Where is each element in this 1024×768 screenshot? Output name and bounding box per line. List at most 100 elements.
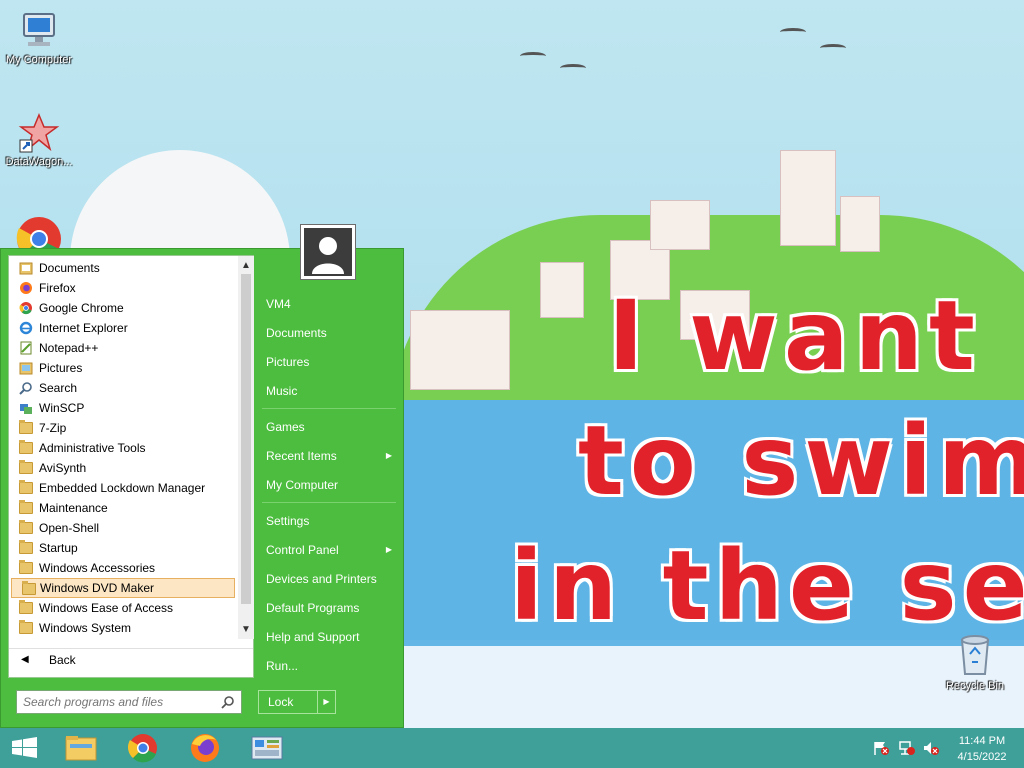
chrome-icon xyxy=(19,302,32,315)
start-menu-link[interactable]: Recent Items ▶ xyxy=(260,443,396,469)
desktop-icon-chrome-partial[interactable] xyxy=(16,216,62,248)
program-item-label: Open-Shell xyxy=(39,521,100,535)
start-menu-link-label: Pictures xyxy=(266,355,310,369)
program-item[interactable]: Windows Ease of Access xyxy=(9,598,237,618)
start-menu-link[interactable]: Run... xyxy=(260,653,396,679)
start-menu-link[interactable]: Default Programs xyxy=(260,595,396,621)
program-item-label: Notepad++ xyxy=(39,341,99,355)
program-item-label: Documents xyxy=(39,261,100,275)
program-item[interactable]: AviSynth xyxy=(9,458,237,478)
wallpaper-text-line: to swim xyxy=(578,405,1024,517)
program-item[interactable]: Maintenance xyxy=(9,498,237,518)
desktop-icon-label: DataWagon... xyxy=(5,156,73,168)
submenu-arrow-icon: ▶ xyxy=(385,545,392,554)
start-menu-link[interactable]: VM4 xyxy=(260,291,396,317)
start-menu-link[interactable]: Documents xyxy=(260,320,396,346)
programs-panel: Documents Firefox Google Chrome Internet Ex… xyxy=(8,255,254,678)
start-menu-link[interactable]: Music xyxy=(260,378,396,404)
program-item[interactable]: Windows DVD Maker xyxy=(11,578,235,598)
search-icon[interactable] xyxy=(221,695,235,709)
documents-icon xyxy=(19,262,33,275)
start-menu-link[interactable]: Control Panel ▶ xyxy=(260,537,396,563)
desktop-icon-my-computer[interactable]: My Computer xyxy=(0,10,78,66)
lock-label: Lock xyxy=(268,695,294,709)
bird-shape xyxy=(520,52,546,60)
start-menu-link-label: Settings xyxy=(266,514,310,528)
volume-muted-icon[interactable] xyxy=(922,740,940,756)
folder-icon xyxy=(19,600,33,614)
start-menu-link[interactable]: My Computer xyxy=(260,472,396,498)
start-menu-link-label: Default Programs xyxy=(266,601,360,615)
start-icon xyxy=(12,737,37,758)
program-item-label: Windows DVD Maker xyxy=(40,581,155,595)
scroll-down-button[interactable]: ▼ xyxy=(238,622,254,638)
action-center-flag-icon[interactable] xyxy=(872,740,890,756)
program-item[interactable]: Windows Accessories xyxy=(9,558,237,578)
program-item[interactable]: WinSCP xyxy=(9,398,237,418)
wallpaper-house xyxy=(410,310,510,390)
taskbar-chrome[interactable] xyxy=(118,728,168,768)
start-menu-link[interactable]: Settings xyxy=(260,508,396,534)
program-item[interactable]: Google Chrome xyxy=(9,298,237,318)
program-item[interactable]: Embedded Lockdown Manager xyxy=(9,478,237,498)
folder-icon xyxy=(19,520,33,534)
start-menu-link[interactable]: Help and Support xyxy=(260,624,396,650)
program-item-label: 7-Zip xyxy=(39,421,67,435)
folder-icon xyxy=(19,420,33,434)
program-item[interactable]: Search xyxy=(9,378,237,398)
network-icon[interactable] xyxy=(898,740,916,756)
program-item[interactable]: Open-Shell xyxy=(9,518,237,538)
start-button[interactable] xyxy=(0,728,50,768)
taskbar-file-explorer[interactable] xyxy=(56,728,106,768)
desktop-icon-recycle-bin[interactable]: Recycle Bin xyxy=(936,632,1014,692)
start-menu-link-label: Help and Support xyxy=(266,630,360,644)
user-avatar[interactable] xyxy=(300,224,356,280)
start-search-input[interactable] xyxy=(17,691,213,713)
folder-icon xyxy=(19,620,33,634)
lock-button[interactable]: Lock ▶ xyxy=(258,690,336,714)
scroll-thumb[interactable] xyxy=(241,274,251,604)
taskbar-firefox[interactable] xyxy=(180,728,230,768)
program-item[interactable]: 7-Zip xyxy=(9,418,237,438)
folder-icon xyxy=(19,440,33,454)
taskbar-control-panel[interactable] xyxy=(242,728,292,768)
program-item[interactable]: Notepad++ xyxy=(9,338,237,358)
start-menu-link[interactable]: Pictures xyxy=(260,349,396,375)
firefox-icon xyxy=(20,282,32,294)
programs-scrollbar[interactable]: ▲ ▼ xyxy=(238,256,254,639)
start-menu-link[interactable]: Games xyxy=(260,414,396,440)
start-menu-link-label: Run... xyxy=(266,659,299,673)
desktop-icon-label: Recycle Bin xyxy=(945,680,1005,692)
my-computer-icon xyxy=(23,13,55,46)
chrome-icon xyxy=(127,734,157,763)
scroll-up-button[interactable]: ▲ xyxy=(238,258,254,274)
control-panel-icon xyxy=(251,736,283,760)
program-item[interactable]: Startup xyxy=(9,538,237,558)
lock-options-arrow-icon[interactable]: ▶ xyxy=(317,691,335,713)
wallpaper-cloud xyxy=(70,150,290,260)
bird-shape xyxy=(560,64,586,72)
program-item-label: Google Chrome xyxy=(39,301,124,315)
program-item-label: Embedded Lockdown Manager xyxy=(39,481,206,495)
wallpaper-house xyxy=(840,196,880,252)
folder-icon xyxy=(22,581,36,595)
menu-separator xyxy=(262,502,396,503)
start-search-box[interactable] xyxy=(16,690,242,714)
program-item[interactable]: Windows System xyxy=(9,618,237,638)
program-item-label: Search xyxy=(39,381,78,395)
desktop-icon-datawagon[interactable]: DataWagon... xyxy=(0,112,78,168)
wallpaper-text-line: in the se xyxy=(510,530,1024,642)
folder-icon xyxy=(19,460,33,474)
start-menu-link-label: Documents xyxy=(266,326,327,340)
start-menu-link[interactable]: Devices and Printers xyxy=(260,566,396,592)
program-item[interactable]: Administrative Tools xyxy=(9,438,237,458)
program-item[interactable]: Pictures xyxy=(9,358,237,378)
program-item[interactable]: Internet Explorer xyxy=(9,318,237,338)
taskbar-clock[interactable]: 11:44 PM 4/15/2022 xyxy=(944,733,1020,765)
program-item-label: Windows Accessories xyxy=(39,561,156,575)
wallpaper-house xyxy=(540,262,584,318)
program-item[interactable]: Firefox xyxy=(9,278,237,298)
menu-separator xyxy=(262,408,396,409)
back-button[interactable]: ◀ Back xyxy=(9,648,253,670)
program-item[interactable]: Documents xyxy=(9,258,237,278)
